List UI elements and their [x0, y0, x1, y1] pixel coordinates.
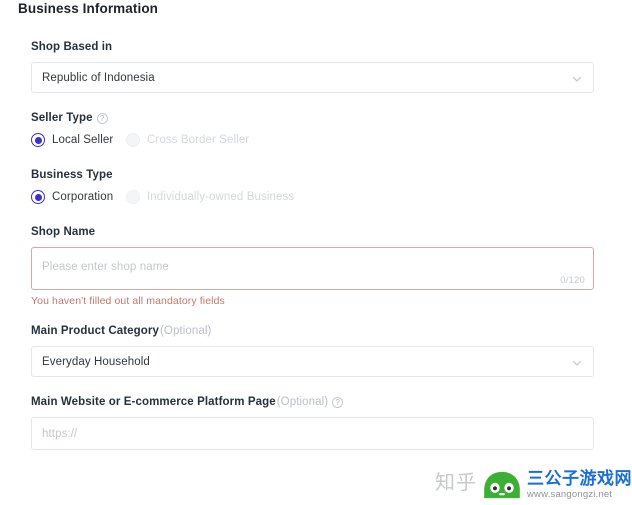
label-main-website: Main Website or E-commerce Platform Page…	[31, 395, 594, 410]
label-text: Business Type	[31, 169, 113, 181]
radio-indicator-selected	[31, 133, 45, 147]
label-main-product-category: Main Product Category (Optional)	[31, 324, 594, 339]
label-seller-type: Seller Type ?	[31, 111, 594, 126]
label-optional: (Optional)	[276, 396, 329, 408]
radio-option-local-seller[interactable]: Local Seller	[31, 133, 126, 147]
radio-label: Corporation	[52, 191, 114, 203]
watermark-text-block: 三公子游戏网 www.sangongzi.net	[527, 470, 632, 500]
label-text: Main Product Category	[31, 325, 159, 337]
label-business-type: Business Type	[31, 168, 594, 183]
radio-indicator-disabled	[126, 133, 140, 147]
radio-option-individually-owned-business: Individually-owned Business	[126, 190, 294, 204]
main-product-category-value: Everyday Household	[42, 355, 150, 368]
radio-option-cross-border-seller: Cross Border Seller	[126, 133, 249, 147]
field-main-product-category: Main Product Category (Optional) Everyda…	[31, 324, 594, 377]
main-website-placeholder: https://	[42, 427, 78, 440]
chevron-down-icon	[571, 72, 583, 84]
label-text: Main Website or E-commerce Platform Page	[31, 396, 276, 408]
radio-label: Local Seller	[52, 134, 114, 146]
radio-label: Cross Border Seller	[147, 134, 250, 146]
label-text: Shop Based in	[31, 41, 113, 53]
field-main-website: Main Website or E-commerce Platform Page…	[31, 395, 594, 450]
shop-name-character-counter: 0/120	[560, 275, 585, 286]
label-shop-based-in: Shop Based in	[31, 40, 594, 55]
radio-label: Individually-owned Business	[147, 191, 295, 203]
field-seller-type: Seller Type ? Local Seller Cross Border …	[31, 111, 594, 147]
field-shop-name: Shop Name Please enter shop name 0/120 Y…	[31, 225, 594, 307]
radio-indicator-disabled	[126, 190, 140, 204]
watermark-site-name: 三公子游戏网	[527, 469, 632, 489]
radio-indicator-selected	[31, 190, 45, 204]
field-business-type: Business Type Corporation Individually-o…	[31, 168, 594, 204]
shop-name-input[interactable]: Please enter shop name 0/120	[31, 247, 594, 290]
business-type-radio-group: Corporation Individually-owned Business	[31, 190, 594, 204]
label-text: Shop Name	[31, 226, 96, 238]
field-shop-based-in: Shop Based in Republic of Indonesia	[31, 40, 594, 93]
question-circle-icon[interactable]: ?	[332, 397, 344, 408]
shop-based-in-select[interactable]: Republic of Indonesia	[31, 62, 594, 93]
frog-logo-icon	[483, 470, 521, 500]
label-optional: (Optional)	[159, 325, 212, 337]
chevron-down-icon	[571, 356, 583, 368]
label-shop-name: Shop Name	[31, 225, 594, 240]
business-information-form: Shop Based in Republic of Indonesia Sell…	[31, 40, 594, 450]
shop-based-in-value: Republic of Indonesia	[42, 71, 155, 84]
watermark: 知乎 三公子游戏网 www.sangongzi.net	[435, 470, 632, 500]
label-text: Seller Type	[31, 112, 93, 124]
question-circle-icon[interactable]: ?	[96, 113, 108, 124]
radio-option-corporation[interactable]: Corporation	[31, 190, 126, 204]
watermark-site-url: www.sangongzi.net	[527, 489, 613, 501]
shop-name-error-message: You haven't filled out all mandatory fie…	[31, 295, 225, 307]
zhihu-watermark-text: 知乎	[435, 472, 477, 494]
page-title: Business Information	[18, 1, 159, 16]
main-product-category-select[interactable]: Everyday Household	[31, 346, 594, 377]
main-website-input[interactable]: https://	[31, 417, 594, 450]
shop-name-placeholder: Please enter shop name	[42, 261, 169, 273]
seller-type-radio-group: Local Seller Cross Border Seller	[31, 133, 594, 147]
